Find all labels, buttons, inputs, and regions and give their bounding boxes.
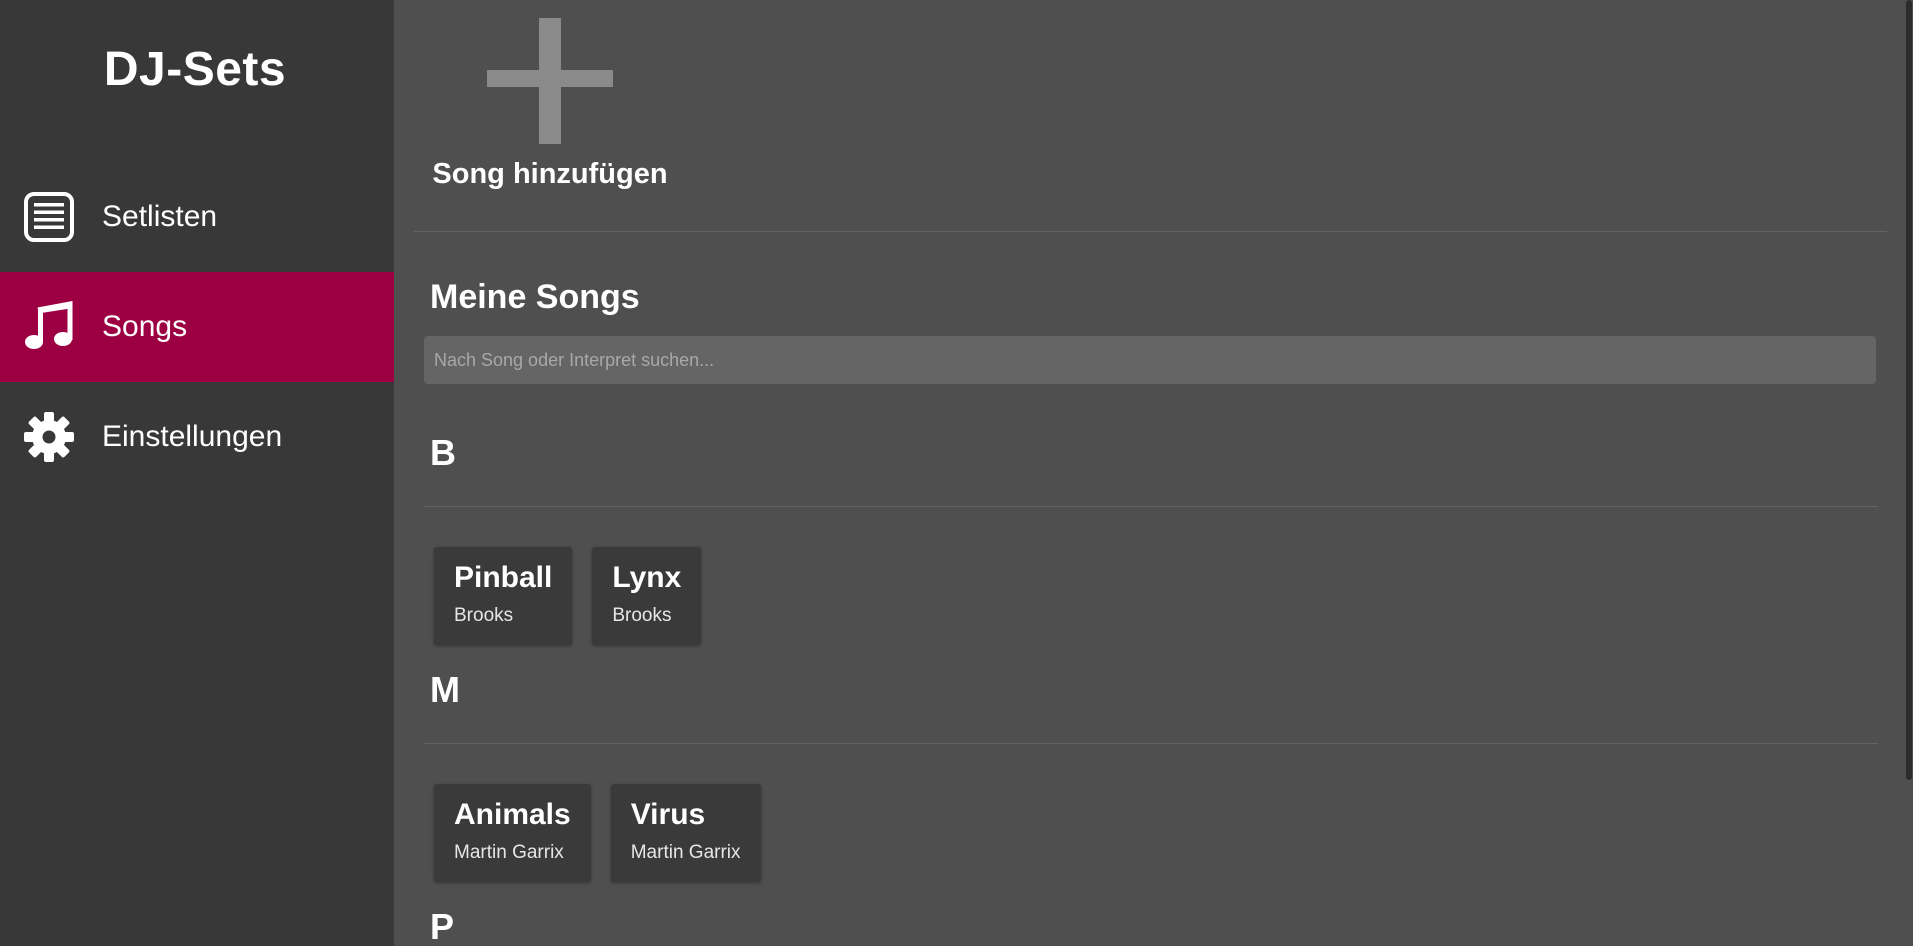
song-artist: Brooks — [454, 605, 514, 626]
song-title: Virus — [630, 798, 706, 831]
scrollbar-thumb[interactable] — [1906, 0, 1912, 780]
app-title: DJ-Sets — [103, 43, 287, 96]
section-title: Meine Songs — [430, 278, 640, 316]
song-card[interactable]: Pinball Brooks — [434, 547, 573, 645]
app-window: DJ-Sets Setlisten Songs Einstellungen So… — [0, 0, 1913, 946]
group-letter: P — [430, 906, 455, 946]
sidebar: DJ-Sets Setlisten Songs Einstellungen — [0, 0, 394, 946]
sidebar-item-label: Einstellungen — [102, 420, 283, 453]
scrollbar[interactable] — [1905, 0, 1913, 946]
add-song-button[interactable]: Song hinzufügen — [430, 18, 670, 191]
divider — [424, 743, 1878, 744]
song-title: Lynx — [612, 561, 682, 594]
group-letter: M — [430, 669, 460, 710]
sidebar-item-songs[interactable]: Songs — [0, 272, 394, 382]
song-group-b: B Pinball Brooks Lynx Brooks — [424, 430, 1878, 645]
sidebar-nav: Setlisten Songs Einstellungen — [0, 162, 394, 492]
music-note-icon — [22, 300, 76, 354]
divider — [424, 506, 1878, 507]
divider — [414, 231, 1887, 232]
song-card[interactable]: Animals Martin Garrix — [434, 784, 591, 882]
song-card-list: Animals Martin Garrix Virus Martin Garri… — [434, 784, 1878, 882]
sidebar-item-label: Setlisten — [102, 200, 218, 233]
song-card[interactable]: Virus Martin Garrix — [610, 784, 761, 882]
gear-icon — [22, 410, 76, 464]
song-artist: Martin Garrix — [630, 842, 741, 863]
group-letter: B — [430, 432, 456, 473]
sidebar-item-setlisten[interactable]: Setlisten — [0, 162, 394, 272]
song-card-list: Pinball Brooks Lynx Brooks — [434, 547, 1878, 645]
song-title: Pinball — [454, 561, 553, 594]
song-group-m: M Animals Martin Garrix Virus Martin Gar… — [424, 667, 1878, 882]
list-icon — [22, 190, 76, 244]
search-input[interactable] — [424, 336, 1876, 384]
song-card[interactable]: Lynx Brooks — [592, 547, 702, 645]
song-artist: Martin Garrix — [454, 842, 564, 863]
main-content: Song hinzufügen Meine Songs B Pinball Br… — [394, 0, 1913, 946]
plus-icon — [487, 18, 613, 144]
song-groups: B Pinball Brooks Lynx Brooks M Animals M… — [424, 430, 1878, 946]
sidebar-item-einstellungen[interactable]: Einstellungen — [0, 382, 394, 492]
add-song-label: Song hinzufügen — [432, 158, 668, 190]
song-group-p: P — [424, 904, 1878, 946]
sidebar-item-label: Songs — [102, 310, 188, 343]
song-artist: Brooks — [612, 605, 672, 626]
song-title: Animals — [454, 798, 571, 831]
